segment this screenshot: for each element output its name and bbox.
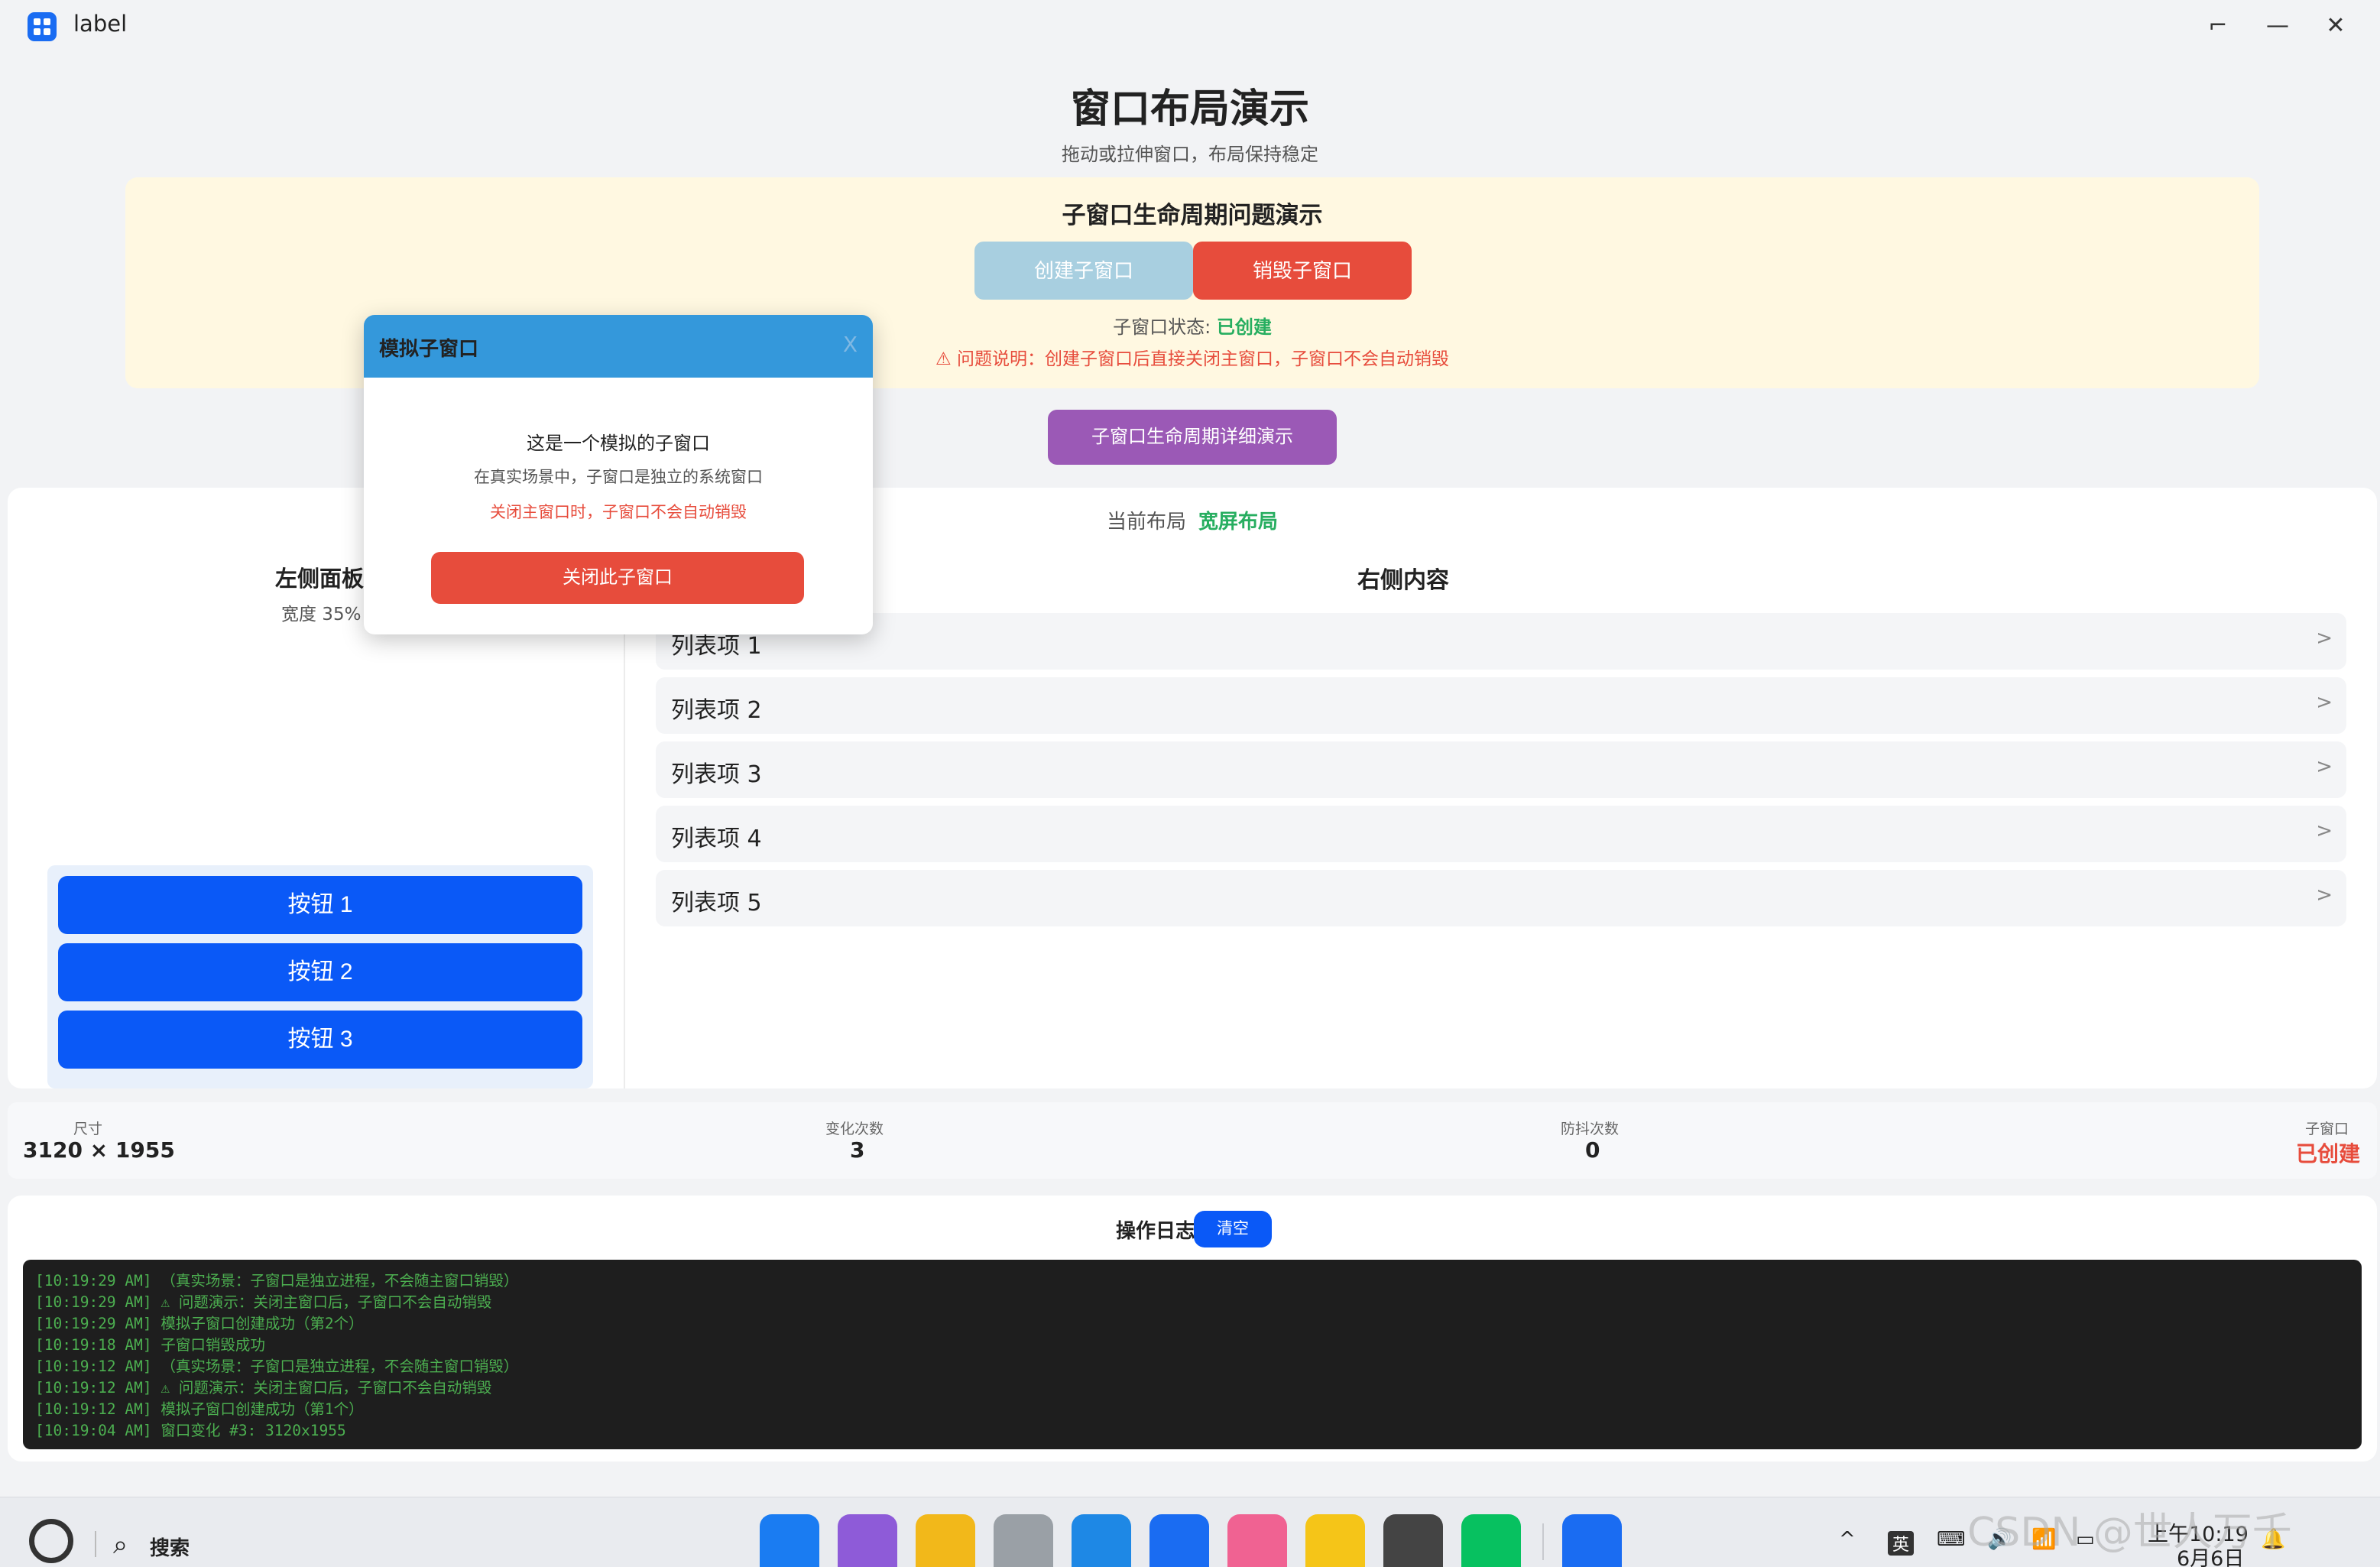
dock-separator: [1542, 1523, 1544, 1560]
restore-icon[interactable]: ⌐: [2201, 9, 2235, 43]
page-title: 窗口布局演示: [1070, 86, 1309, 132]
current-layout: 当前布局 宽屏布局: [8, 506, 2377, 534]
child-window-value: 已创建: [2296, 1141, 2361, 1166]
log-panel: 操作日志 清空 [10:19:29 AM] （真实场景：子窗口是独立进程，不会随…: [8, 1196, 2377, 1462]
close-child-window-button[interactable]: 关闭此子窗口: [431, 552, 804, 604]
settings-icon[interactable]: [1383, 1514, 1443, 1567]
chevron-right-icon: >: [2316, 819, 2333, 842]
debounce-value: 0: [1585, 1137, 1600, 1163]
tray-expand-icon[interactable]: ^: [1839, 1528, 1856, 1551]
list-item-label: 列表项 5: [671, 890, 762, 917]
destroy-child-window-button[interactable]: 销毁子窗口: [1193, 242, 1412, 300]
changes-label: 变化次数: [825, 1121, 884, 1137]
gallery-icon[interactable]: [838, 1514, 897, 1567]
log-line: [10:19:29 AM] 模拟子窗口创建成功（第2个）: [35, 1315, 364, 1332]
chevron-right-icon: >: [2316, 755, 2333, 778]
list-item[interactable]: 列表项 4 >: [656, 806, 2346, 862]
notes-icon[interactable]: [1305, 1514, 1365, 1567]
chevron-right-icon: >: [2316, 627, 2333, 650]
left-panel-width: 宽度 35%: [281, 605, 362, 625]
log-line: [10:19:04 AM] 窗口变化 #3: 3120x1955: [35, 1422, 346, 1439]
list-item[interactable]: 列表项 1 >: [656, 613, 2346, 670]
wechat-icon[interactable]: [1461, 1514, 1521, 1567]
log-line: [10:19:29 AM] ⚠ 问题演示：关闭主窗口后，子窗口不会自动销毁: [35, 1293, 492, 1311]
child-window-popup: 模拟子窗口 X 这是一个模拟的子窗口 在真实场景中，子窗口是独立的系统窗口 关闭…: [364, 315, 873, 634]
panel-divider: [624, 602, 625, 1088]
popup-warning: 关闭主窗口时，子窗口不会自动销毁: [490, 503, 747, 521]
app-grid-icon[interactable]: [760, 1514, 819, 1567]
status-value: 已创建: [1216, 316, 1272, 338]
list-item[interactable]: 列表项 2 >: [656, 677, 2346, 734]
changes-value: 3: [850, 1137, 865, 1163]
clear-log-button[interactable]: 清空: [1194, 1211, 1272, 1247]
mail-icon[interactable]: [1149, 1514, 1209, 1567]
recycle-bin-icon[interactable]: [994, 1514, 1053, 1567]
left-panel-title: 左侧面板: [275, 566, 365, 592]
layout-value: 宽屏布局: [1198, 511, 1279, 534]
left-button-group: 按钮 1 按钮 2 按钮 3: [47, 865, 593, 1088]
title-bar: label ⌐ — ✕: [0, 0, 2380, 54]
button-3[interactable]: 按钮 3: [58, 1011, 582, 1069]
popup-message: 这是一个模拟的子窗口: [527, 433, 710, 454]
chevron-right-icon: >: [2316, 884, 2333, 907]
watermark: CSDN @世人万千: [1967, 1510, 2292, 1556]
log-line: [10:19:12 AM] （真实场景：子窗口是独立进程，不会随主窗口销毁）: [35, 1358, 519, 1375]
lifecycle-title: 子窗口生命周期问题演示: [1062, 202, 1323, 229]
close-icon[interactable]: ✕: [2319, 9, 2352, 43]
photos-icon[interactable]: [1227, 1514, 1287, 1567]
files-icon[interactable]: [916, 1514, 975, 1567]
log-output[interactable]: [10:19:29 AM] （真实场景：子窗口是独立进程，不会随主窗口销毁） […: [23, 1260, 2362, 1449]
list-item-label: 列表项 3: [671, 761, 762, 788]
status-label: 子窗口状态:: [1113, 316, 1217, 338]
log-line: [10:19:29 AM] （真实场景：子窗口是独立进程，不会随主窗口销毁）: [35, 1272, 519, 1290]
layout-content: 当前布局 宽屏布局 左侧面板 宽度 35% 按钮 1 按钮 2 按钮 3 右侧内容…: [8, 488, 2377, 1088]
lifecycle-detail-button[interactable]: 子窗口生命周期详细演示: [1048, 410, 1337, 465]
window-title: label: [73, 11, 128, 37]
taskbar-search[interactable]: 搜索: [150, 1533, 190, 1561]
browser-icon[interactable]: [1072, 1514, 1131, 1567]
size-value: 3120 × 1955: [23, 1137, 175, 1163]
log-title: 操作日志: [1116, 1220, 1196, 1243]
size-label: 尺寸: [73, 1121, 103, 1137]
ime-indicator[interactable]: 英: [1888, 1531, 1915, 1556]
list-item[interactable]: 列表项 5 >: [656, 870, 2346, 926]
popup-title: 模拟子窗口: [379, 338, 479, 361]
label-app-icon[interactable]: [1562, 1514, 1622, 1567]
stats-bar: 尺寸 3120 × 1955 变化次数 3 防抖次数 0 子窗口 已创建: [8, 1102, 2377, 1179]
layout-label: 当前布局: [1106, 511, 1186, 534]
taskbar-separator: [95, 1531, 96, 1557]
popup-header[interactable]: 模拟子窗口 X: [364, 315, 873, 378]
log-line: [10:19:12 AM] ⚠ 问题演示：关闭主窗口后，子窗口不会自动销毁: [35, 1379, 492, 1397]
log-line: [10:19:12 AM] 模拟子窗口创建成功（第1个）: [35, 1400, 364, 1418]
minimize-icon[interactable]: —: [2261, 9, 2294, 43]
button-2[interactable]: 按钮 2: [58, 943, 582, 1001]
page-subtitle: 拖动或拉伸窗口，布局保持稳定: [1062, 144, 1318, 165]
popup-close-icon[interactable]: X: [843, 332, 858, 357]
app-icon: [28, 12, 57, 41]
list-item-label: 列表项 2: [671, 697, 762, 724]
list-item-label: 列表项 4: [671, 826, 762, 852]
debounce-label: 防抖次数: [1561, 1121, 1620, 1137]
create-child-window-button[interactable]: 创建子窗口: [974, 242, 1193, 300]
popup-description: 在真实场景中，子窗口是独立的系统窗口: [474, 468, 763, 486]
log-line: [10:19:18 AM] 子窗口销毁成功: [35, 1336, 265, 1354]
keyboard-icon[interactable]: ⌨: [1937, 1528, 1966, 1551]
button-1[interactable]: 按钮 1: [58, 876, 582, 934]
start-icon[interactable]: [29, 1519, 73, 1563]
right-panel-title: 右侧内容: [1357, 567, 1449, 594]
search-icon[interactable]: ⌕: [113, 1530, 128, 1560]
child-window-label: 子窗口: [2305, 1121, 2349, 1137]
chevron-right-icon: >: [2316, 691, 2333, 714]
list-item[interactable]: 列表项 3 >: [656, 741, 2346, 798]
